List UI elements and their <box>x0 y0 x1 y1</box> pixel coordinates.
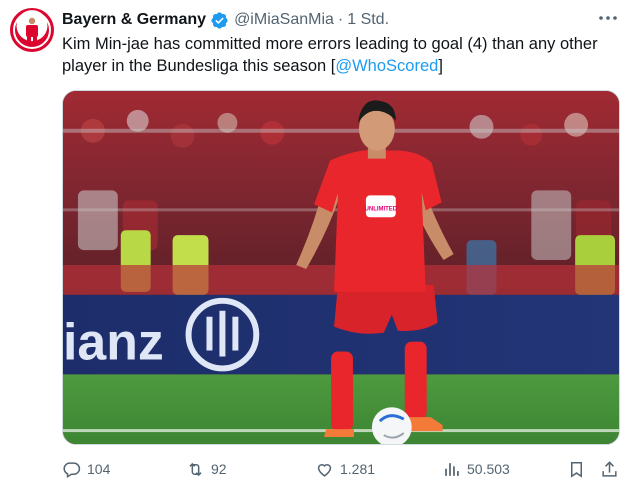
tweet-card[interactable]: Bayern & Germany @iMiaSanMia · 1 Std. Ki… <box>0 0 634 500</box>
heart-icon <box>317 463 332 477</box>
tweet-header: Bayern & Germany @iMiaSanMia · 1 Std. <box>62 9 389 31</box>
timestamp[interactable]: 1 Std. <box>347 11 389 29</box>
like-count: 1.281 <box>340 461 376 477</box>
avatar-player-figure <box>26 17 38 46</box>
tweet-photo[interactable]: ianz UNLIMITED <box>62 90 620 445</box>
photo-scene: ianz UNLIMITED <box>63 91 619 444</box>
tweet-text-end: ] <box>438 57 443 75</box>
shirt-sponsor-text: UNLIMITED <box>365 206 398 212</box>
display-name[interactable]: Bayern & Germany <box>62 11 206 29</box>
reply-count: 104 <box>87 461 111 477</box>
views-button[interactable]: 50.503 <box>442 456 510 482</box>
bookmark-icon <box>570 461 583 478</box>
board-text: ianz <box>63 313 164 371</box>
retweet-button[interactable]: 92 <box>186 456 227 482</box>
separator-dot: · <box>337 11 344 28</box>
like-button[interactable]: 1.281 <box>315 456 375 482</box>
avatar[interactable] <box>10 8 54 52</box>
views-chart-icon <box>445 462 459 476</box>
verified-badge-icon <box>211 11 228 29</box>
retweet-count: 92 <box>211 461 227 477</box>
share-icon <box>602 460 617 477</box>
reply-icon <box>63 461 81 478</box>
share-button[interactable] <box>600 456 619 482</box>
action-bar: 104 92 1.281 50.503 <box>62 456 622 482</box>
tweet-text-body: Kim Min-jae has committed more errors le… <box>62 35 598 75</box>
mention-link[interactable]: @WhoScored <box>335 57 438 75</box>
views-count: 50.503 <box>467 461 510 477</box>
more-dots-icon[interactable] <box>598 12 618 24</box>
tweet-text: Kim Min-jae has committed more errors le… <box>62 33 622 77</box>
reply-button[interactable]: 104 <box>62 456 110 482</box>
user-handle[interactable]: @iMiaSanMia <box>234 11 334 29</box>
bookmark-button[interactable] <box>567 456 586 482</box>
retweet-icon <box>189 462 202 476</box>
